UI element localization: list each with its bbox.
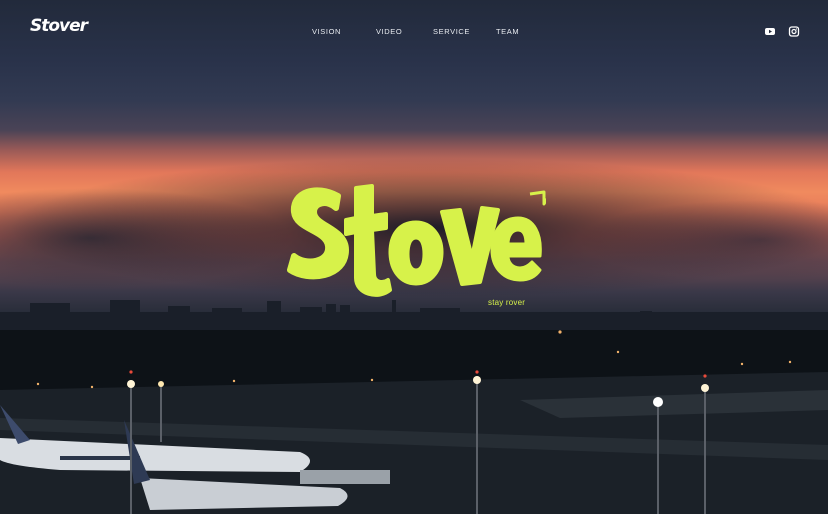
distant-lights <box>36 330 792 389</box>
nav-link-team[interactable]: TEAM <box>496 27 519 36</box>
top-navigation: Stover VISION VIDEO SERVICE TEAM <box>0 0 828 62</box>
youtube-icon[interactable] <box>764 25 776 37</box>
service-vehicle <box>300 470 390 484</box>
tarmac <box>0 372 828 514</box>
taxiway <box>520 390 828 418</box>
instagram-icon[interactable] <box>788 25 800 37</box>
hero-tagline: stay rover <box>488 298 526 307</box>
nav-link-service[interactable]: SERVICE <box>433 27 470 36</box>
nav-link-video[interactable]: VIDEO <box>376 27 402 36</box>
nav-link-vision[interactable]: VISION <box>312 27 341 36</box>
airplane-1 <box>0 405 310 472</box>
tree-line <box>0 330 828 390</box>
city-skyline <box>0 300 828 342</box>
runway-stripe <box>0 418 828 460</box>
light-poles <box>127 370 709 514</box>
main-menu: VISION VIDEO SERVICE TEAM <box>0 27 828 39</box>
hero-section: Stover VISION VIDEO SERVICE TEAM stay ro… <box>0 0 828 514</box>
airplane-2 <box>124 420 348 510</box>
hero-brand-logo <box>286 178 546 302</box>
